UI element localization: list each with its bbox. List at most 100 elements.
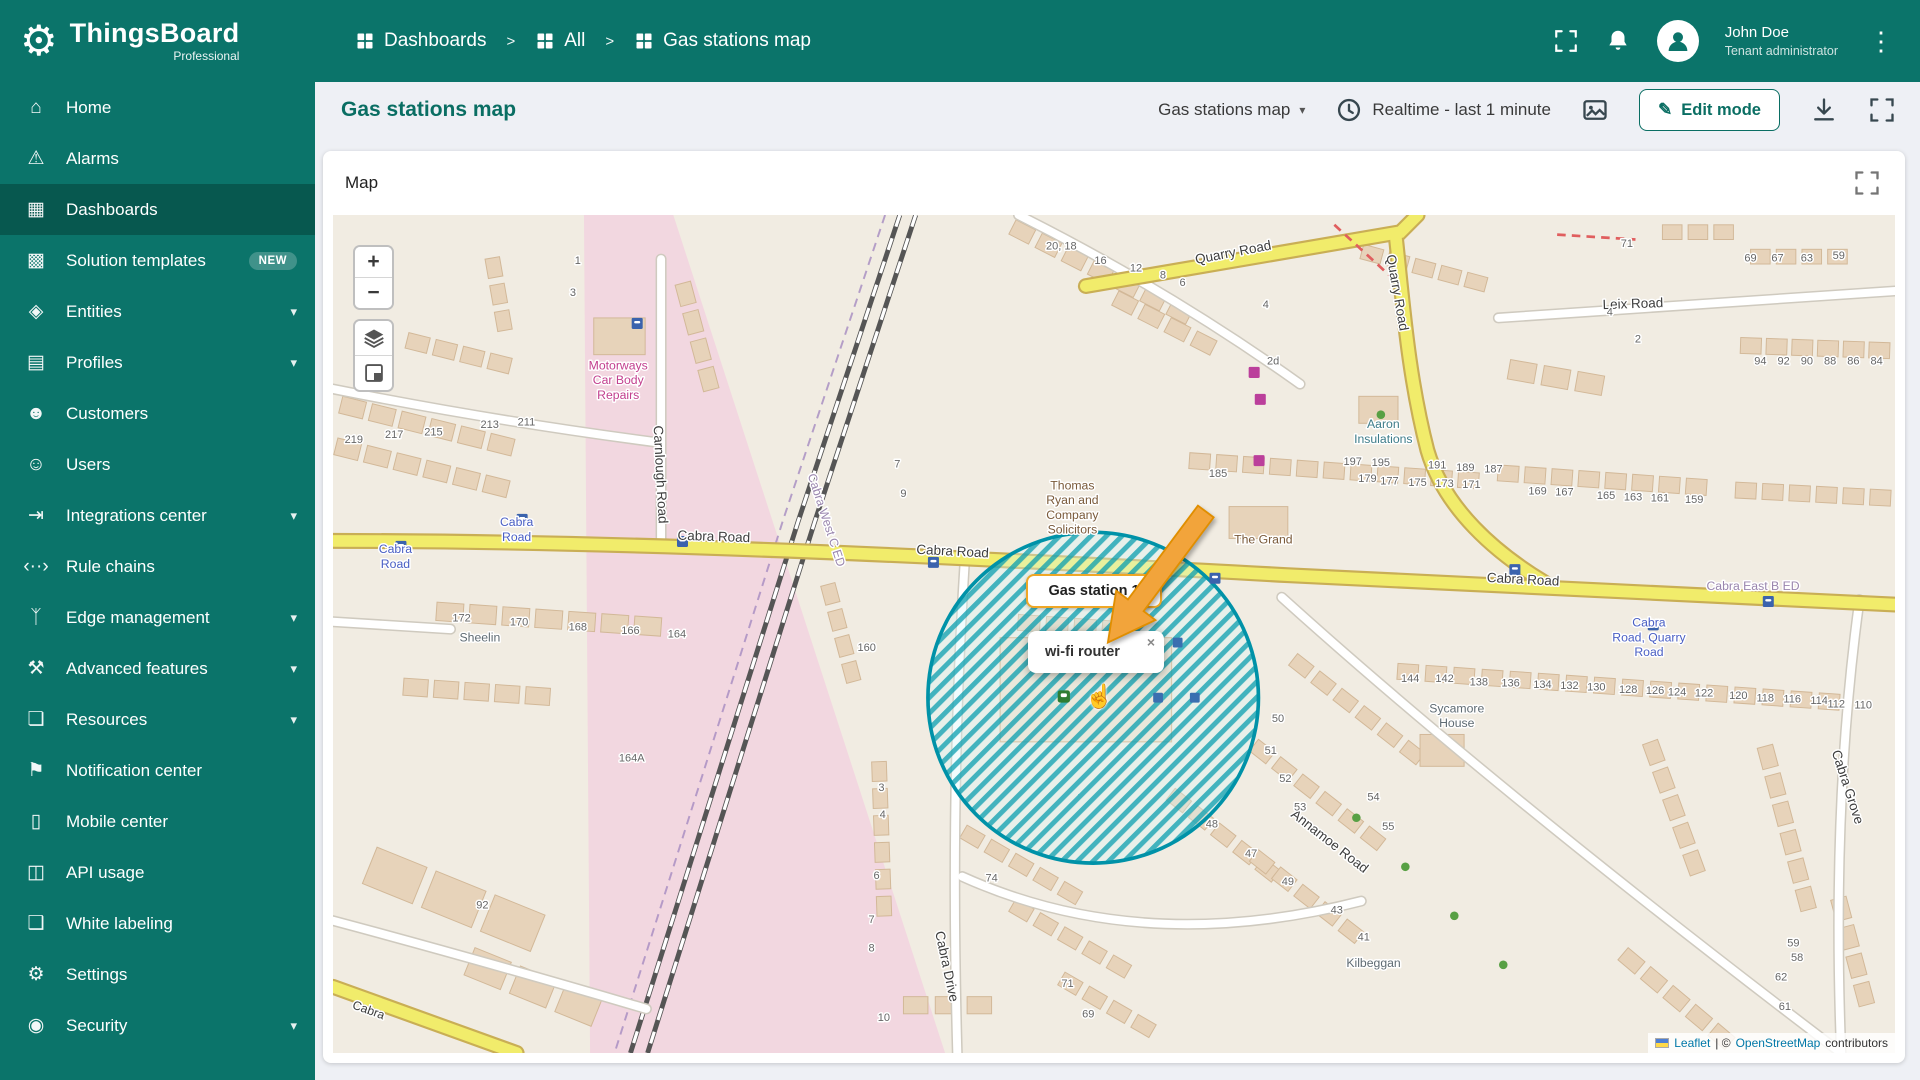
map-label: 2d [1267,355,1279,367]
map-label: 8 [869,942,875,954]
map-label: Ryan and [1046,493,1099,507]
layers-icon [363,329,384,348]
zoom-in-button[interactable]: + [355,247,392,278]
more-menu-icon[interactable]: ⋮ [1864,26,1898,57]
app-edition: Professional [173,48,240,63]
sidebar-item-label: Alarms [66,148,119,168]
sidebar-item-alarms[interactable]: ⚠ Alarms [0,133,315,184]
map-label: 185 [1209,468,1227,480]
sidebar-item-rule-chains[interactable]: ‹··› Rule chains [0,541,315,592]
sidebar-item-api-usage[interactable]: ◫ API usage [0,847,315,898]
sidebar-item-home[interactable]: ⌂ Home [0,82,315,133]
widget-fullscreen-icon[interactable] [1853,169,1881,197]
breadcrumb-item[interactable]: Gas stations map [634,30,811,52]
fullscreen-dashboard-icon[interactable] [1868,96,1896,124]
openstreetmap-link[interactable]: OpenStreetMap [1736,1036,1821,1050]
sidebar-item-users[interactable]: ☺ Users [0,439,315,490]
breadcrumb-item[interactable]: Dashboards [355,30,486,52]
map-label: Road, Quarry [1612,630,1686,644]
map-label: 164 [668,629,686,641]
breadcrumb-separator: > [506,32,516,50]
map-label: 189 [1456,462,1474,474]
thingsboard-logo[interactable]: ⚙ ThingsBoard Professional [0,19,315,63]
map-label: Car Body [593,373,645,387]
user-name: John Doe [1724,24,1789,42]
map-label: 69 [1082,1008,1094,1020]
map-label: 116 [1783,694,1801,706]
edit-mode-button[interactable]: ✎ Edit mode [1638,89,1780,131]
white-labeling-icon: ❑ [27,913,45,934]
map-label: Insulations [1354,432,1412,446]
map-label: 217 [385,429,403,441]
map[interactable]: Quarry Road Quarry Road Leix Road Cabra Roa… [333,215,1895,1053]
map-label: 52 [1279,773,1291,785]
map-label: 16 [1094,255,1106,267]
breadcrumb-item[interactable]: All [535,30,585,52]
map-label: 166 [621,625,639,637]
map-label: 12 [1130,262,1142,274]
dashboard-image-icon[interactable] [1581,96,1609,124]
map-label: 138 [1470,676,1488,688]
timewindow-button[interactable]: Realtime - last 1 minute [1335,96,1551,124]
sidebar-item-entities[interactable]: ◈ Entities ▾ [0,286,315,337]
solution-templates-icon: ▩ [27,250,45,271]
resources-icon: ❏ [27,709,45,730]
map-label: 170 [510,616,528,628]
map-label: 161 [1651,493,1669,505]
map-label: 20, 18 [1046,240,1077,252]
leaflet-link[interactable]: Leaflet [1674,1036,1710,1050]
minimap-icon [364,364,383,382]
sidebar-item-notification-center[interactable]: ⚑ Notification center [0,745,315,796]
map-label: 179 [1358,473,1376,485]
sidebar-item-profiles[interactable]: ▤ Profiles ▾ [0,337,315,388]
rule-chains-icon: ‹··› [23,555,49,577]
sidebar-item-resources[interactable]: ❏ Resources ▾ [0,694,315,745]
sidebar-item-edge-management[interactable]: ᛉ Edge management ▾ [0,592,315,643]
sidebar-nav: ⌂ Home ⚠ Alarms ▦ Dashboards ▩ Solution templat… [0,82,315,1080]
map-label: 58 [1791,952,1803,964]
map-label: 67 [1771,253,1783,265]
map-label: Cabra Road [677,528,750,546]
sidebar-item-white-labeling[interactable]: ❑ White labeling [0,898,315,949]
map-label: 172 [452,613,470,625]
map-label: 3 [878,782,884,794]
map-label: 92 [1777,355,1789,367]
dashboard-grid-icon [636,33,652,49]
layers-button[interactable] [355,321,392,356]
map-label: 191 [1428,460,1446,472]
user-avatar[interactable] [1656,20,1699,62]
gas-station-marker-label[interactable]: Gas station 1 [1026,574,1162,608]
map-label: 177 [1380,476,1398,488]
map-label: The Grand [1234,532,1293,546]
map-label: 175 [1408,477,1426,489]
minimap-toggle-button[interactable] [355,356,392,390]
wifi-router-tooltip[interactable]: wi-fi router × [1028,631,1164,673]
sidebar-item-mobile-center[interactable]: ▯ Mobile center [0,796,315,847]
breadcrumb-label: Gas stations map [663,30,811,51]
notifications-bell-icon[interactable] [1605,28,1631,54]
chevron-down-icon: ▾ [290,1017,297,1033]
fullscreen-icon[interactable] [1553,28,1579,54]
download-icon[interactable] [1810,96,1838,124]
tooltip-close-icon[interactable]: × [1147,634,1155,650]
map-label: Repairs [597,388,639,402]
zoom-out-button[interactable]: − [355,278,392,308]
sidebar-item-solution-templates[interactable]: ▩ Solution templates NEW [0,235,315,286]
chevron-down-icon: ▾ [290,711,297,727]
sidebar-item-label: Home [66,97,112,117]
map-label: 59 [1787,937,1799,949]
sidebar-item-settings[interactable]: ⚙ Settings [0,949,315,1000]
map-label: 50 [1272,713,1284,725]
dashboard-state-select[interactable]: Gas stations map ▾ [1158,100,1305,120]
sidebar-item-dashboards[interactable]: ▦ Dashboards [0,184,315,235]
map-label: 59 [1833,250,1845,262]
sidebar-item-advanced-features[interactable]: ⚒ Advanced features ▾ [0,643,315,694]
map-label: 94 [1754,355,1766,367]
sidebar-item-integrations-center[interactable]: ⇥ Integrations center ▾ [0,490,315,541]
chevron-down-icon: ▾ [290,660,297,676]
sidebar-item-security[interactable]: ◉ Security ▾ [0,1000,315,1051]
sidebar-item-label: Mobile center [66,811,169,831]
map-label: 122 [1695,687,1713,699]
map-label: 10 [878,1012,890,1024]
sidebar-item-customers[interactable]: ☻ Customers [0,388,315,439]
